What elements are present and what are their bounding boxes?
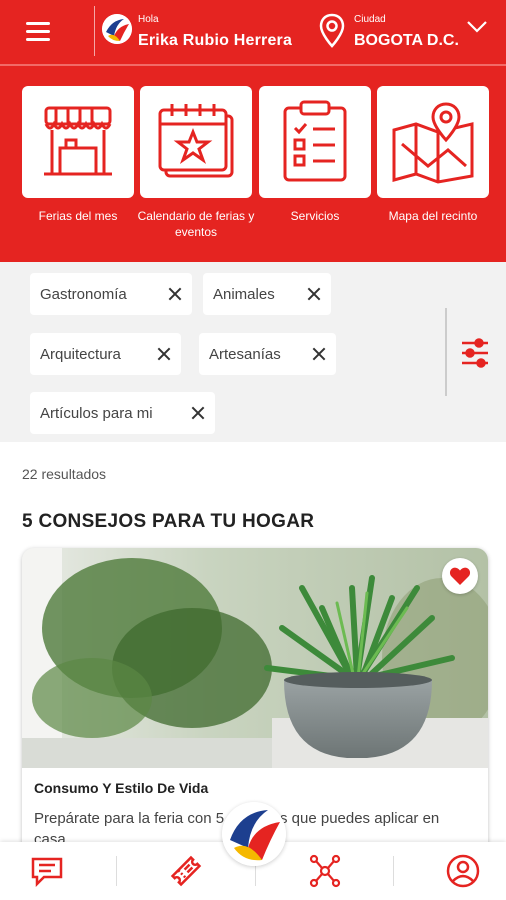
- menu-line: [26, 21, 50, 25]
- brand-logo-icon: [102, 14, 132, 44]
- filter-chip-articulos[interactable]: Artículos para mi: [30, 392, 215, 434]
- city-label: Ciudad: [354, 14, 386, 25]
- menu-line: [26, 29, 50, 33]
- filter-chip-arquitectura[interactable]: Arquitectura: [30, 333, 181, 375]
- chevron-down-icon[interactable]: [466, 20, 488, 34]
- greeting-label: Hola: [138, 14, 159, 25]
- map-pin-icon: [392, 102, 474, 184]
- location-pin-icon[interactable]: [318, 13, 346, 49]
- nav-separator: [393, 856, 394, 886]
- filter-chip-label: Artesanías: [209, 345, 281, 363]
- close-icon[interactable]: [157, 347, 171, 361]
- brand-logo-icon: [222, 802, 286, 866]
- nav-tickets[interactable]: [166, 852, 206, 890]
- filter-chip-label: Artículos para mi: [40, 404, 153, 422]
- nav-network[interactable]: [305, 852, 345, 890]
- app-header: Hola Erika Rubio Herrera Ciudad BOGOTA D…: [0, 0, 506, 64]
- quick-access-ferias-card[interactable]: [22, 86, 134, 198]
- quick-access-ferias-label: Ferias del mes: [38, 209, 118, 223]
- nav-separator: [116, 856, 117, 886]
- nav-chat[interactable]: [27, 852, 67, 890]
- favorite-button[interactable]: [442, 558, 478, 594]
- quick-access-calendario-card[interactable]: [140, 86, 252, 198]
- quick-access-servicios-label: Servicios: [290, 209, 340, 223]
- chat-icon: [31, 857, 63, 887]
- filters-panel: Gastronomía Animales Arquitectura Artesa…: [0, 262, 506, 442]
- filter-chip-gastronomia[interactable]: Gastronomía: [30, 273, 192, 315]
- results-count: 22 resultados: [22, 466, 107, 482]
- quick-access-mapa-label: Mapa del recinto: [388, 209, 478, 223]
- profile-icon: [446, 854, 480, 888]
- market-stall-icon: [44, 106, 112, 176]
- header-divider: [94, 6, 95, 56]
- filter-chip-label: Animales: [213, 285, 275, 303]
- filter-chip-label: Arquitectura: [40, 345, 121, 363]
- user-avatar[interactable]: [102, 14, 132, 44]
- heart-icon: [449, 567, 471, 585]
- calendar-star-icon: [158, 104, 234, 178]
- filters-divider: [445, 308, 447, 396]
- filter-chip-label: Gastronomía: [40, 285, 127, 303]
- city-selector[interactable]: BOGOTA D.C.: [354, 32, 459, 50]
- close-icon[interactable]: [307, 287, 321, 301]
- quick-access-calendario-label: Calendario de ferias y eventos: [137, 209, 255, 239]
- section-title: 5 CONSEJOS PARA TU HOGAR: [22, 511, 315, 532]
- filter-chip-animales[interactable]: Animales: [203, 273, 331, 315]
- nav-profile[interactable]: [443, 852, 483, 890]
- close-icon[interactable]: [312, 347, 326, 361]
- quick-access-servicios-card[interactable]: [259, 86, 371, 198]
- close-icon[interactable]: [191, 406, 205, 420]
- filter-chip-artesanias[interactable]: Artesanías: [199, 333, 336, 375]
- ticket-icon: [170, 855, 202, 887]
- checklist-icon: [283, 100, 347, 182]
- menu-line: [26, 37, 50, 41]
- hamburger-menu-button[interactable]: [20, 16, 56, 46]
- user-name: Erika Rubio Herrera: [138, 32, 293, 49]
- quick-access-mapa-card[interactable]: [377, 86, 489, 198]
- close-icon[interactable]: [168, 287, 182, 301]
- network-icon: [309, 854, 341, 888]
- filter-settings-icon[interactable]: [460, 336, 490, 370]
- article-category: Consumo Y Estilo De Vida: [34, 780, 209, 796]
- quick-access-panel: Ferias del mes Calendario de ferias y ev…: [0, 66, 506, 262]
- home-logo-button[interactable]: [222, 802, 286, 866]
- article-image: [22, 548, 488, 768]
